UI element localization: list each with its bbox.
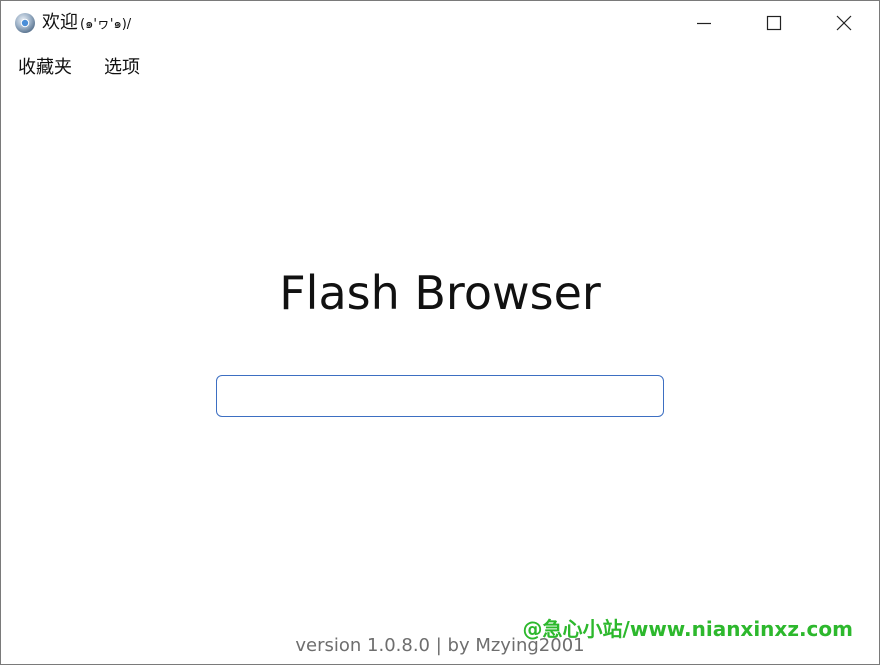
menu-item-options[interactable]: 选项 (88, 51, 156, 85)
close-button[interactable] (809, 1, 879, 45)
minimize-icon (697, 22, 711, 25)
window-title-kaomoji: (๑'ヮ'๑)/ (80, 17, 132, 32)
window-title-label: 欢迎 (42, 12, 78, 33)
browser-globe-icon (14, 12, 36, 34)
menu-bar: 收藏夹 选项 (1, 51, 156, 85)
title-bar[interactable]: 欢迎 (๑'ヮ'๑)/ (1, 1, 879, 45)
app-heading: Flash Browser (279, 266, 601, 320)
app-window: 欢迎 (๑'ヮ'๑)/ 收藏夹 选项 Flash Browser version … (0, 0, 880, 665)
maximize-icon (766, 15, 782, 31)
close-icon (836, 15, 852, 31)
watermark-text: @急心小站/www.nianxinxz.com (522, 617, 853, 641)
minimize-button[interactable] (669, 1, 739, 45)
menu-item-favorites[interactable]: 收藏夹 (1, 51, 88, 85)
maximize-button[interactable] (739, 1, 809, 45)
address-input[interactable] (216, 375, 664, 417)
window-title: 欢迎 (๑'ヮ'๑)/ (42, 11, 131, 37)
